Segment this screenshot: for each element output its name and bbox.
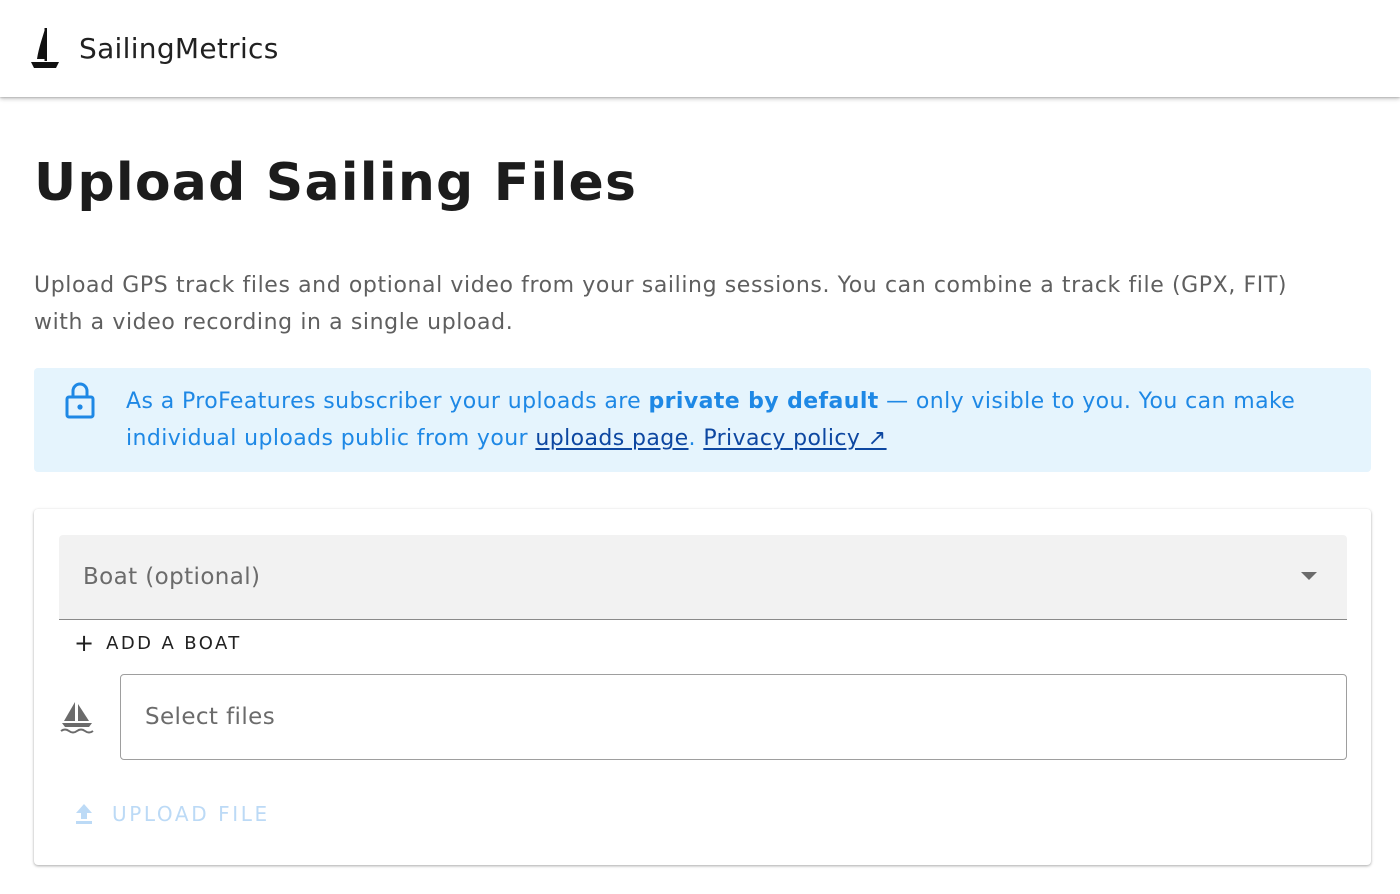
page-title: Upload Sailing Files — [34, 153, 638, 213]
caret-down-icon — [1301, 572, 1317, 580]
file-select-input[interactable]: Select files — [120, 674, 1347, 760]
add-boat-label: Add a boat — [106, 632, 242, 654]
app-name: SailingMetrics — [79, 32, 279, 65]
privacy-info-alert: As a ProFeatures subscriber your uploads… — [34, 368, 1371, 472]
boat-select[interactable]: Boat (optional) — [59, 535, 1347, 620]
file-input-placeholder: Select files — [145, 704, 276, 730]
brand-home-link[interactable]: SailingMetrics — [30, 27, 279, 71]
alert-text-bold: private by default — [648, 389, 879, 414]
alert-text-before: As a ProFeatures subscriber your uploads… — [126, 389, 649, 414]
upload-file-label: Upload file — [112, 802, 270, 826]
boat-select-label: Boat (optional) — [83, 564, 261, 590]
add-boat-button[interactable]: + Add a boat — [74, 626, 242, 660]
upload-form-card: Boat (optional) + Add a boat Select file… — [34, 509, 1371, 865]
privacy-policy-link[interactable]: Privacy policy ↗ — [703, 426, 886, 451]
alert-message: As a ProFeatures subscriber your uploads… — [126, 383, 1347, 457]
page-intro: Upload GPS track files and optional vide… — [34, 273, 1288, 335]
app-bar: SailingMetrics — [0, 0, 1400, 97]
main-content: Upload Sailing Files Upload GPS track fi… — [34, 97, 1371, 865]
sailboat-icon — [60, 702, 94, 734]
sailboat-logo-icon — [31, 27, 59, 68]
upload-file-button[interactable]: Upload file — [74, 797, 270, 831]
plus-icon: + — [74, 629, 95, 657]
alert-text-after: . — [688, 426, 704, 451]
uploads-page-link[interactable]: uploads page — [535, 426, 688, 451]
upload-icon — [76, 804, 92, 824]
lock-icon — [65, 382, 95, 419]
